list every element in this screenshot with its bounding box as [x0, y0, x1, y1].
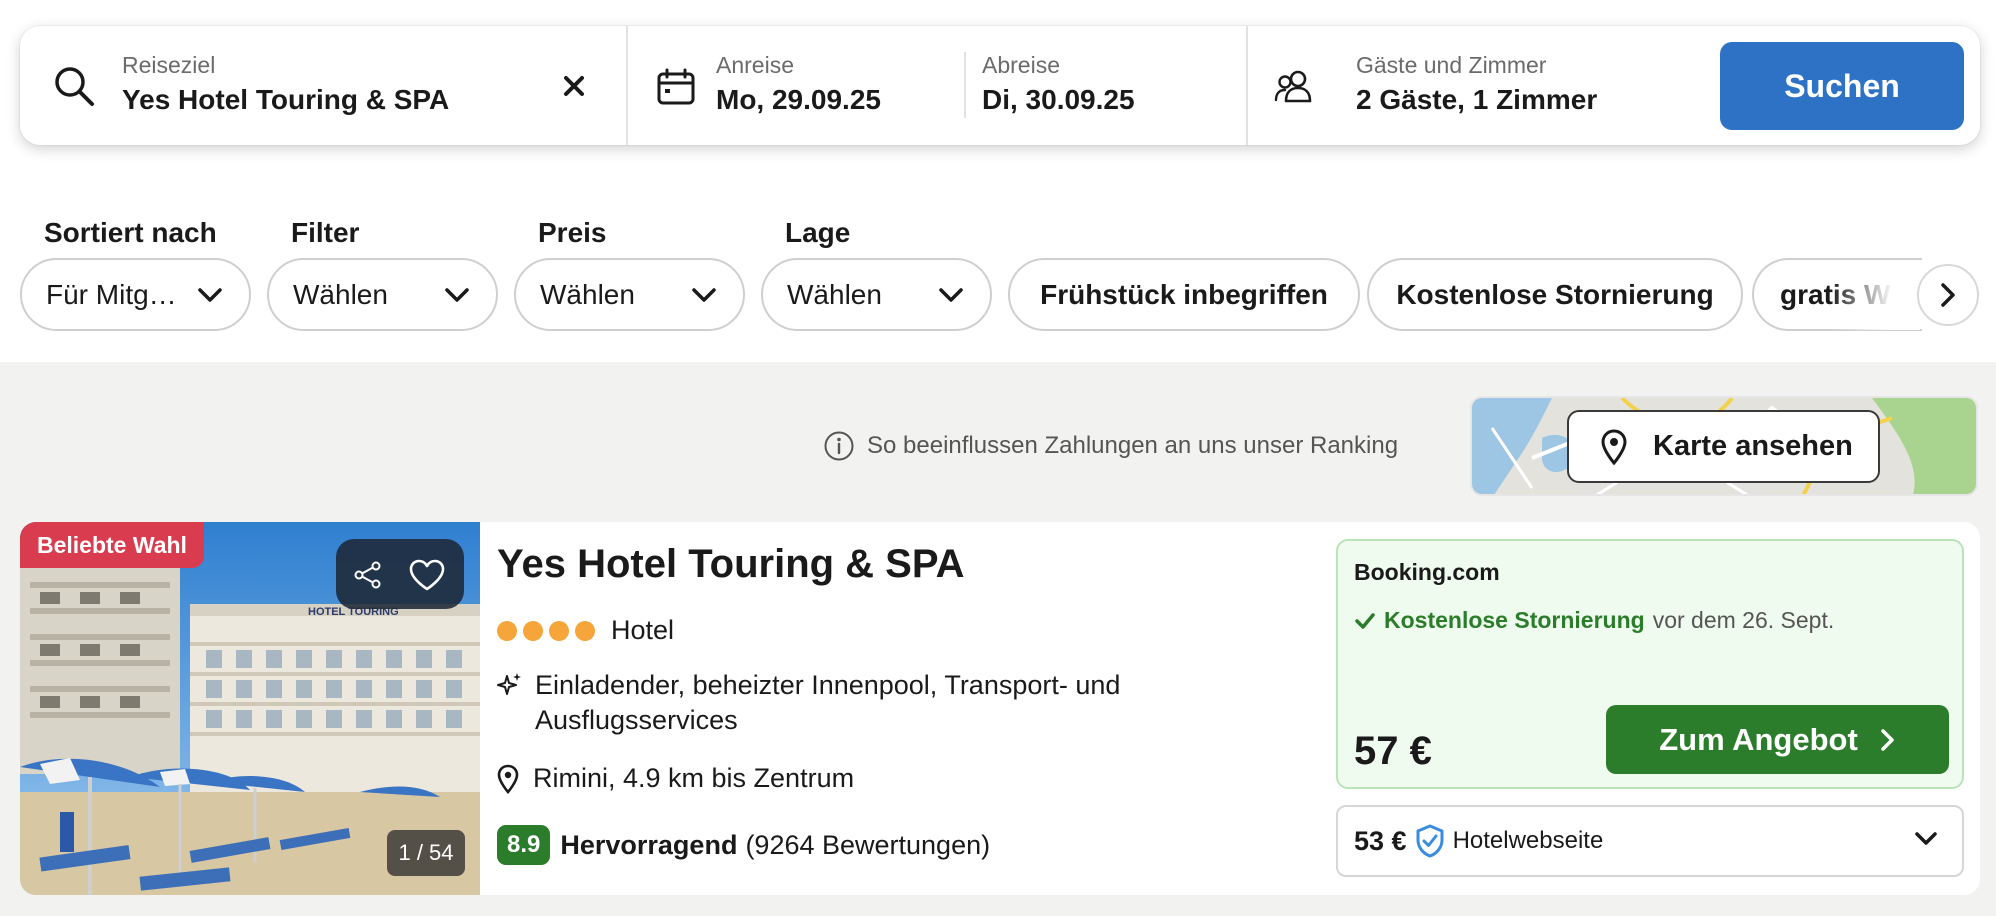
- location-pin-icon: [1601, 428, 1627, 465]
- scroll-right-button[interactable]: [1917, 264, 1979, 326]
- chevron-down-icon[interactable]: [1914, 831, 1938, 847]
- star-dot: [575, 620, 595, 641]
- checkin-value[interactable]: Mo, 29.09.25: [716, 84, 881, 116]
- checkin-label: Anreise: [716, 52, 794, 78]
- show-map-label: Karte ansehen: [1653, 430, 1853, 462]
- hotel-name[interactable]: Yes Hotel Touring & SPA: [497, 542, 964, 587]
- guests-label: Gäste und Zimmer: [1356, 52, 1547, 78]
- hotel-photo[interactable]: HOTEL TOURING Beliebte Wahl 1 / 54: [20, 522, 480, 895]
- chip-breakfast[interactable]: Frühstück inbegriffen: [1008, 258, 1360, 331]
- info-icon: [824, 431, 854, 461]
- view-deal-button[interactable]: Zum Angebot: [1606, 705, 1949, 774]
- destination-label: Reiseziel: [122, 52, 216, 78]
- hotel-feature: Einladender, beheizter Innenpool, Transp…: [497, 668, 1197, 738]
- share-icon[interactable]: [353, 560, 383, 590]
- offer-cancellation: Kostenlose Stornierung vor dem 26. Sept.: [1354, 607, 1834, 634]
- rating-word: Hervorragend: [560, 829, 738, 860]
- star-dot: [549, 620, 569, 641]
- cancellation-strong: Kostenlose Stornierung: [1384, 607, 1645, 633]
- checkout-value[interactable]: Di, 30.09.25: [982, 84, 1135, 116]
- chevron-right-icon: [1881, 728, 1894, 751]
- hotel-location: Rimini, 4.9 km bis Zentrum: [497, 763, 854, 794]
- rating-score: 8.9: [497, 825, 551, 865]
- review-count: (9264 Bewertungen): [745, 829, 991, 860]
- search-button[interactable]: Suchen: [1720, 42, 1964, 130]
- search-bar: Reiseziel Yes Hotel Touring & SPA Anreis…: [20, 26, 1980, 145]
- checkout-label: Abreise: [982, 52, 1060, 78]
- hotel-rating[interactable]: 8.9 Hervorragend (9264 Bewertungen): [497, 825, 990, 865]
- hotel-feature-text: Einladender, beheizter Innenpool, Transp…: [535, 670, 1121, 735]
- alt-offer-price: 53 €: [1354, 825, 1407, 856]
- filter-label: Filter: [291, 217, 360, 248]
- chip-free-cancellation[interactable]: Kostenlose Stornierung: [1367, 258, 1743, 331]
- show-map-button[interactable]: Karte ansehen: [1567, 410, 1880, 483]
- location-label: Lage: [785, 217, 851, 248]
- star-dot: [523, 620, 543, 641]
- destination-field[interactable]: Reiseziel Yes Hotel Touring & SPA: [20, 26, 628, 145]
- checkout-field[interactable]: Abreise Di, 30.09.25: [966, 26, 1246, 145]
- location-dropdown[interactable]: Wählen: [761, 258, 992, 331]
- offer-provider: Booking.com: [1354, 559, 1500, 585]
- view-deal-label: Zum Angebot: [1659, 721, 1858, 757]
- chip-fade: [1830, 260, 1920, 330]
- verified-shield-icon: [1416, 824, 1444, 858]
- cancellation-deadline: vor dem 26. Sept.: [1652, 607, 1835, 633]
- guests-field[interactable]: Gäste und Zimmer 2 Gäste, 1 Zimmer: [1248, 26, 1708, 145]
- checkin-field[interactable]: Anreise Mo, 29.09.25: [628, 26, 954, 145]
- chevron-down-icon: [939, 287, 963, 302]
- guests-icon: [1274, 70, 1312, 103]
- hotel-location-text: Rimini, 4.9 km bis Zentrum: [533, 763, 855, 793]
- offer-price: 57 €: [1354, 729, 1432, 773]
- best-offer[interactable]: Booking.com Kostenlose Stornierung vor d…: [1336, 539, 1964, 789]
- price-label: Preis: [538, 217, 607, 248]
- hotel-stars: Hotel: [497, 615, 674, 646]
- checkmark-icon: [1355, 612, 1375, 629]
- sort-value: Für Mitg…: [46, 278, 177, 310]
- photo-actions: [336, 539, 464, 609]
- popular-badge: Beliebte Wahl: [20, 522, 204, 568]
- star-dot: [497, 620, 517, 641]
- hotel-type: Hotel: [611, 615, 675, 645]
- location-value: Wählen: [787, 278, 882, 310]
- alt-offer-source: Hotelwebseite: [1452, 827, 1604, 854]
- photo-counter: 1 / 54: [387, 830, 465, 876]
- search-icon: [55, 67, 94, 106]
- sparkle-icon: [497, 673, 521, 695]
- calendar-icon: [657, 68, 695, 105]
- hotel-card[interactable]: HOTEL TOURING Beliebte Wahl 1 / 54 Yes H…: [20, 522, 1980, 895]
- ranking-info[interactable]: So beeinflussen Zahlungen an uns unser R…: [823, 430, 1398, 462]
- filter-value: Wählen: [293, 278, 388, 310]
- guests-value[interactable]: 2 Gäste, 1 Zimmer: [1356, 84, 1597, 116]
- chevron-right-icon: [1941, 283, 1955, 307]
- chevron-down-icon: [692, 287, 716, 302]
- location-pin-icon: [497, 764, 519, 794]
- price-value: Wählen: [540, 278, 635, 310]
- heart-icon[interactable]: [408, 558, 446, 592]
- chevron-down-icon: [445, 287, 469, 302]
- chevron-down-icon: [198, 287, 222, 302]
- sort-dropdown[interactable]: Für Mitg…: [20, 258, 251, 331]
- ranking-info-text: So beeinflussen Zahlungen an uns unser R…: [867, 432, 1399, 459]
- clear-icon[interactable]: [562, 74, 586, 98]
- price-dropdown[interactable]: Wählen: [514, 258, 745, 331]
- alternative-offer[interactable]: 53 € Hotelwebseite: [1336, 805, 1964, 877]
- filter-dropdown[interactable]: Wählen: [267, 258, 498, 331]
- destination-value[interactable]: Yes Hotel Touring & SPA: [122, 84, 449, 116]
- sort-label: Sortiert nach: [44, 217, 217, 248]
